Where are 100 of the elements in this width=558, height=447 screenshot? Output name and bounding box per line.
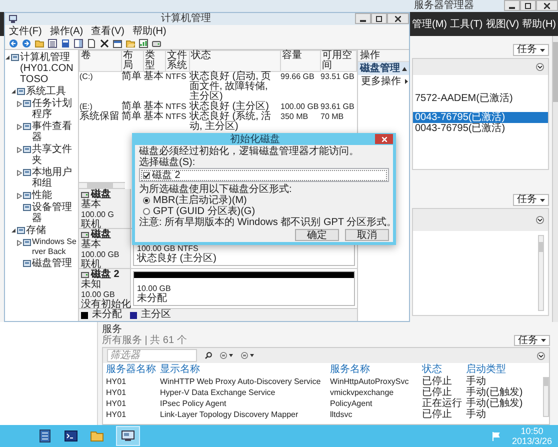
minimize-button[interactable] — [504, 0, 520, 11]
disk-drive-icon[interactable] — [152, 38, 161, 48]
list-row[interactable]: 0043-76795(已激活) — [413, 123, 548, 134]
console-node-icon — [17, 226, 25, 234]
radio-button[interactable] — [143, 197, 150, 204]
column-header[interactable]: 显示名称 — [157, 364, 327, 376]
expanded-arrow-icon[interactable] — [11, 228, 16, 233]
scrollbar[interactable] — [543, 377, 549, 417]
tasks-dropdown[interactable]: 任务 — [514, 335, 550, 346]
tree-item[interactable]: 系统工具 — [26, 86, 66, 97]
server-rack-icon[interactable] — [38, 429, 52, 443]
collapsed-arrow-icon[interactable] — [17, 124, 22, 130]
menu-item[interactable]: 视图(V) — [486, 18, 520, 30]
tree-item[interactable]: 存储 — [26, 225, 46, 236]
column-header[interactable]: 状态 — [419, 364, 463, 376]
filter-field[interactable]: 筛选器 — [107, 349, 197, 362]
collapsed-arrow-icon[interactable] — [17, 170, 22, 176]
disk-type: 基本 — [81, 240, 102, 250]
radio-label[interactable]: MBR(主启动记录)(M) — [153, 195, 247, 206]
action-link[interactable]: 更多操作 — [361, 76, 401, 86]
tree-item[interactable]: 性能 — [32, 190, 52, 201]
book-icon[interactable] — [61, 38, 70, 48]
tree-item[interactable]: 任务计划程序 — [32, 98, 78, 120]
column-header[interactable]: 布局 — [122, 50, 144, 72]
tree-item[interactable]: 本地用户和组 — [32, 167, 78, 189]
collapsed-arrow-icon[interactable] — [17, 193, 22, 199]
partition-size: 100.00 GB NTFS — [137, 244, 200, 253]
menu-item[interactable]: 帮助(H) — [132, 26, 166, 36]
table-cell: 已停止 — [419, 387, 463, 398]
tree-item[interactable]: Windows Server Back — [32, 237, 78, 257]
delete-icon[interactable] — [100, 38, 109, 48]
actions-section[interactable]: 磁盘管理 — [358, 62, 409, 75]
menu-item[interactable]: 工具(T) — [450, 18, 483, 30]
menu-item[interactable]: 操作(A) — [50, 26, 84, 36]
close-button[interactable] — [387, 13, 409, 24]
dialog-button[interactable]: 取消 — [345, 229, 389, 241]
list-row[interactable]: 7572-AADEM(已激活) — [413, 93, 548, 104]
scrollbar[interactable] — [552, 36, 558, 322]
close-button[interactable] — [536, 0, 558, 11]
column-header[interactable]: 状态 — [190, 50, 280, 72]
table-cell-text: HY01 — [105, 409, 128, 420]
column-header[interactable]: 文件系统 — [166, 50, 190, 72]
column-header[interactable]: 服务名称 — [327, 364, 419, 376]
menu-item[interactable]: 查看(V) — [91, 26, 124, 36]
minimize-button[interactable] — [355, 13, 371, 24]
menu-item[interactable]: 文件(F) — [9, 26, 42, 36]
maximize-button[interactable] — [371, 13, 387, 24]
menu-item[interactable]: 管理(M) — [412, 18, 447, 30]
collapsed-arrow-icon[interactable] — [17, 101, 22, 107]
tree-item[interactable]: 磁盘管理 — [32, 258, 72, 269]
tree-item[interactable]: 事件查看器 — [32, 121, 78, 143]
expand-chevron-icon[interactable] — [536, 216, 544, 224]
maximize-button[interactable] — [520, 0, 536, 11]
expand-chevron-icon[interactable] — [536, 63, 544, 71]
expanded-arrow-icon[interactable] — [5, 55, 10, 60]
section-subtitle: 所有服务 | 共 61 个 — [102, 335, 187, 346]
scrollbar[interactable] — [79, 182, 125, 189]
view-options-icon[interactable] — [241, 352, 254, 359]
terminal-icon[interactable] — [64, 429, 78, 443]
list-row[interactable]: 0043-76795(已激活) — [413, 112, 548, 123]
checkbox[interactable] — [143, 172, 150, 179]
scrollbar[interactable] — [538, 235, 544, 311]
tree-item[interactable]: 共享文件夹 — [32, 144, 78, 166]
column-header[interactable]: 启动类型 — [463, 364, 525, 376]
open-folder-icon[interactable] — [126, 38, 135, 48]
collapse-caret-icon[interactable] — [402, 66, 407, 70]
list-view-icon[interactable] — [48, 38, 57, 48]
tree-item[interactable]: 计算机管理 (HY01.CONTOSO — [20, 52, 78, 85]
scrollbar-thumb[interactable] — [539, 242, 543, 252]
tasks-dropdown[interactable]: 任务 — [513, 194, 549, 206]
scrollbar-thumb[interactable] — [544, 378, 548, 386]
expand-chevron-icon[interactable] — [537, 352, 545, 360]
column-header[interactable]: 卷 — [80, 50, 122, 72]
forward-arrow-icon[interactable] — [22, 38, 31, 48]
panel-icon[interactable] — [74, 38, 83, 48]
tree-item[interactable]: 设备管理器 — [32, 202, 78, 224]
search-icon[interactable] — [205, 352, 212, 359]
collapsed-arrow-icon[interactable] — [17, 240, 22, 246]
column-header[interactable]: 服务器名称 — [103, 364, 157, 376]
view-options-icon[interactable] — [220, 352, 233, 359]
back-arrow-icon[interactable] — [9, 38, 18, 48]
properties-icon[interactable] — [113, 38, 122, 48]
radio-label[interactable]: GPT (GUID 分区表)(G) — [153, 206, 256, 217]
expanded-arrow-icon[interactable] — [11, 89, 16, 94]
dialog-button[interactable]: 确定 — [295, 229, 339, 241]
scrollbar-thumb[interactable] — [87, 183, 113, 188]
radio-button[interactable] — [143, 208, 150, 215]
tasks-dropdown[interactable]: 任务 — [513, 44, 549, 56]
close-button[interactable] — [375, 134, 393, 144]
maximize-icon — [525, 2, 531, 8]
list-item[interactable]: 磁盘 2 — [152, 170, 180, 181]
table-cell-text: IPsec Policy Agent — [159, 398, 228, 409]
column-header[interactable]: 可用空间 — [320, 50, 356, 72]
column-header[interactable]: 容量 — [280, 50, 320, 72]
scrollbar-thumb[interactable] — [553, 42, 558, 102]
menu-item[interactable]: 帮助(H) — [522, 18, 556, 30]
chart-icon[interactable] — [139, 38, 148, 48]
collapsed-arrow-icon[interactable] — [17, 147, 22, 153]
column-header[interactable]: 类型 — [144, 50, 166, 72]
taskbar-button[interactable] — [116, 426, 140, 446]
